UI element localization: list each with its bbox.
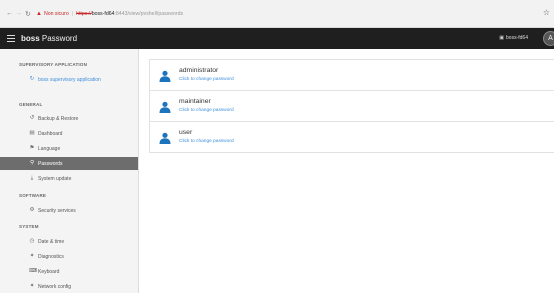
keyboard-icon: ⌨: [29, 268, 37, 274]
warning-icon: ▲: [36, 11, 42, 17]
user-list: administrator Click to change password m…: [149, 59, 554, 153]
sidebar-item-language[interactable]: ⚑ Language: [0, 142, 138, 155]
address-bar[interactable]: ▲ Non sicuro | https://boss-fd64:8443/view/…: [36, 9, 183, 20]
section-software-title: SOFTWARE: [19, 193, 47, 198]
flag-icon: ⚑: [29, 145, 35, 151]
url-port: :8443: [114, 11, 128, 17]
not-secure-label[interactable]: Non sicuro: [44, 11, 69, 17]
sidebar-item-passwords[interactable]: ⚲ Passwords: [0, 157, 138, 170]
wrench-icon: ✦: [29, 253, 35, 259]
sidebar-item-dashboard[interactable]: ▤ Dashboard: [0, 127, 138, 140]
sidebar-item-label: Diagnostics: [38, 254, 64, 260]
user-name: maintainer: [179, 98, 211, 105]
link-icon: ↻: [29, 76, 35, 82]
clock-icon: ◷: [29, 238, 35, 244]
user-name: user: [179, 129, 193, 136]
url-host: boss-fd64: [91, 11, 115, 17]
forward-icon[interactable]: →: [15, 10, 22, 17]
sidebar-item-label: Keyboard: [38, 269, 60, 275]
user-icon: [159, 132, 171, 144]
chart-icon: ▤: [29, 130, 35, 136]
app-name: boss: [21, 34, 40, 43]
user-row-administrator[interactable]: administrator Click to change password: [149, 60, 554, 91]
sidebar-item-label: Dashboard: [38, 131, 63, 137]
sidebar-item-label: Security services: [38, 208, 76, 214]
sidebar-item-backup-restore[interactable]: ↺ Backup & Restore: [0, 112, 138, 125]
reload-icon[interactable]: ↻: [25, 10, 31, 18]
sidebar-item-label: Language: [38, 146, 61, 152]
sidebar-item-label: Date & time: [38, 239, 65, 245]
sidebar-item-keyboard[interactable]: ⌨ Keyboard: [0, 265, 138, 278]
gears-icon: ⚙: [29, 207, 35, 213]
sidebar-item-label: System update: [38, 176, 72, 182]
page-title: boss Password: [21, 33, 77, 44]
sidebar-item-diagnostics[interactable]: ✦ Diagnostics: [0, 250, 138, 263]
back-icon[interactable]: ←: [6, 10, 13, 17]
user-icon: [159, 101, 171, 113]
sidebar-item-label: boss supervisory application: [38, 77, 101, 83]
sidebar-item-security-services[interactable]: ⚙ Security services: [0, 204, 138, 217]
plug-icon: ✦: [29, 283, 35, 289]
sidebar-item-label: Network config: [38, 284, 72, 290]
url-scheme: https://: [76, 11, 92, 17]
sidebar: SUPERVISORY APPLICATION ↻ boss superviso…: [0, 49, 139, 293]
key-icon: ⚲: [29, 160, 35, 166]
change-password-link[interactable]: Click to change password: [179, 108, 234, 114]
change-password-link[interactable]: Click to change password: [179, 139, 234, 145]
host-label: boss-fd64: [506, 35, 528, 41]
section-system-title: SYSTEM: [19, 224, 39, 229]
download-icon: ⤓: [30, 175, 34, 181]
user-row-maintainer[interactable]: maintainer Click to change password: [149, 91, 554, 122]
sidebar-item-network-config[interactable]: ✦ Network config: [0, 280, 138, 293]
sidebar-item-label: Passwords: [38, 161, 63, 167]
bookmark-star-icon[interactable]: ☆: [543, 8, 550, 17]
user-avatar[interactable]: A: [543, 31, 554, 46]
host-indicator: ▣ boss-fd64: [499, 35, 528, 41]
sidebar-item-label: Backup & Restore: [38, 116, 79, 122]
url-separator: |: [71, 11, 74, 17]
sidebar-item-system-update[interactable]: ⤓ System update: [0, 172, 138, 185]
hamburger-menu-icon[interactable]: [7, 35, 15, 42]
url-path: /view/pvshell/passwords: [127, 11, 184, 17]
sidebar-item-date-time[interactable]: ◷ Date & time: [0, 235, 138, 248]
user-row-user[interactable]: user Click to change password: [149, 122, 554, 153]
section-supervisory-title: SUPERVISORY APPLICATION: [19, 62, 88, 67]
sidebar-item-supervisory-application[interactable]: ↻ boss supervisory application: [0, 73, 138, 86]
main-content: administrator Click to change password m…: [139, 49, 554, 293]
user-icon: [159, 70, 171, 82]
change-password-link[interactable]: Click to change password: [179, 77, 234, 83]
backup-icon: ↺: [29, 115, 35, 121]
app-header: boss Password ▣ boss-fd64 A: [0, 28, 554, 49]
section-general-title: GENERAL: [19, 102, 43, 107]
browser-toolbar: ← → ↻ ▲ Non sicuro | https://boss-fd64:8443…: [0, 0, 554, 28]
user-name: administrator: [179, 67, 219, 74]
page-name: Password: [39, 34, 78, 43]
monitor-icon: ▣: [499, 35, 505, 41]
